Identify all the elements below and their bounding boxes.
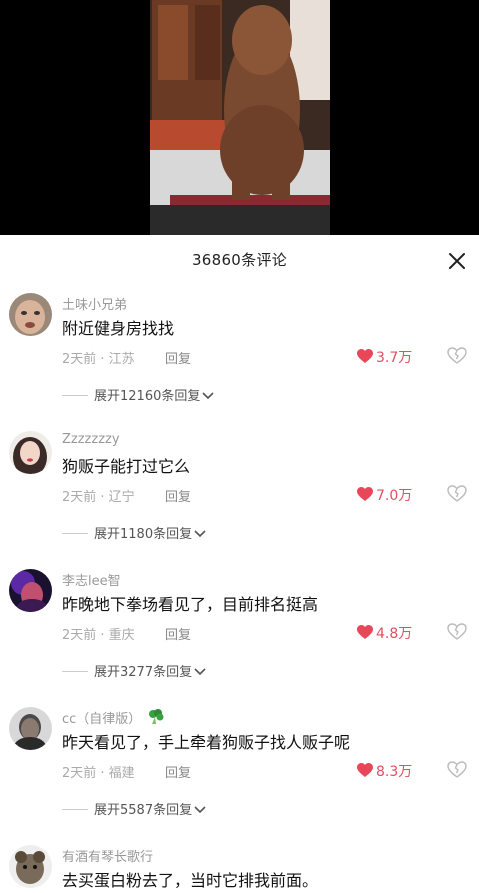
like-button[interactable]: 8.3万 xyxy=(357,761,412,781)
video-frame-image xyxy=(0,0,479,235)
avatar[interactable] xyxy=(9,431,52,474)
like-button[interactable]: 4.8万 xyxy=(357,623,412,643)
comment-text: 去买蛋白粉去了，当时它排我前面。 xyxy=(62,871,319,890)
comment-meta: 2天前 · 江苏 xyxy=(62,352,135,367)
reply-button[interactable]: 回复 xyxy=(165,762,191,781)
comment-text: 附近健身房找找 xyxy=(62,319,175,338)
comment-text: 昨晚地下拳场看见了，目前排名挺高 xyxy=(62,595,319,614)
comment-username[interactable]: 有酒有琴长歌行 xyxy=(62,846,153,865)
expand-replies-button[interactable]: 展开5587条回复 xyxy=(62,799,206,818)
comment-item: cc（自律版） 昨天看见了，手上牵着狗贩子找人贩子呢 2天前 · 福建 回复 8… xyxy=(0,707,479,845)
chevron-down-icon xyxy=(202,392,214,400)
reply-button[interactable]: 回复 xyxy=(165,624,191,643)
comment-item: 土味小兄弟 附近健身房找找 2天前 · 江苏 回复 3.7万 展开12160条回… xyxy=(0,293,479,431)
expand-replies-label: 展开3277条回复 xyxy=(94,665,193,680)
comment-username[interactable]: 李志lee智 xyxy=(62,570,121,589)
avatar[interactable] xyxy=(9,293,52,336)
close-icon[interactable] xyxy=(445,249,469,273)
broccoli-icon xyxy=(147,708,165,730)
like-button[interactable]: 3.7万 xyxy=(357,347,412,367)
comment-meta: 2天前 · 福建 xyxy=(62,766,135,781)
comment-item: 李志lee智 昨晚地下拳场看见了，目前排名挺高 2天前 · 重庆 回复 4.8万… xyxy=(0,569,479,707)
avatar[interactable] xyxy=(9,845,52,888)
dislike-button[interactable] xyxy=(447,485,467,505)
comment-text: 狗贩子能打过它么 xyxy=(62,457,191,476)
comments-count-title: 36860条评论 xyxy=(191,251,288,269)
expand-replies-button[interactable]: 展开12160条回复 xyxy=(62,385,214,404)
avatar[interactable] xyxy=(9,707,52,750)
like-button[interactable]: 7.0万 xyxy=(357,485,412,505)
comment-item: 有酒有琴长歌行 去买蛋白粉去了，当时它排我前面。 xyxy=(0,845,479,893)
like-count: 7.0万 xyxy=(376,488,413,504)
comment-username[interactable]: Zzzzzzzy xyxy=(62,432,120,447)
chevron-down-icon xyxy=(194,806,206,814)
expand-replies-button[interactable]: 展开3277条回复 xyxy=(62,661,206,680)
comment-meta: 2天前 · 辽宁 xyxy=(62,490,135,505)
comments-header: 36860条评论 xyxy=(0,235,479,285)
broken-heart-icon xyxy=(447,347,467,364)
comment-username[interactable]: 土味小兄弟 xyxy=(62,294,127,313)
video-player[interactable] xyxy=(0,0,479,235)
comment-text: 昨天看见了，手上牵着狗贩子找人贩子呢 xyxy=(62,733,351,752)
broken-heart-icon xyxy=(447,485,467,502)
expand-replies-button[interactable]: 展开1180条回复 xyxy=(62,523,206,542)
broken-heart-icon xyxy=(447,761,467,778)
like-count: 4.8万 xyxy=(376,626,413,642)
comment-item: Zzzzzzzy 狗贩子能打过它么 2天前 · 辽宁 回复 7.0万 展开118… xyxy=(0,431,479,569)
heart-icon xyxy=(357,625,373,639)
avatar[interactable] xyxy=(9,569,52,612)
heart-icon xyxy=(357,487,373,501)
heart-icon xyxy=(357,349,373,363)
comment-username[interactable]: cc（自律版） xyxy=(62,708,165,730)
heart-icon xyxy=(357,763,373,777)
chevron-down-icon xyxy=(194,530,206,538)
reply-button[interactable]: 回复 xyxy=(165,348,191,367)
reply-button[interactable]: 回复 xyxy=(165,486,191,505)
dislike-button[interactable] xyxy=(447,761,467,781)
like-count: 3.7万 xyxy=(376,350,413,366)
dislike-button[interactable] xyxy=(447,347,467,367)
chevron-down-icon xyxy=(194,668,206,676)
dislike-button[interactable] xyxy=(447,623,467,643)
like-count: 8.3万 xyxy=(376,764,413,780)
broken-heart-icon xyxy=(447,623,467,640)
expand-replies-label: 展开5587条回复 xyxy=(94,803,193,818)
expand-replies-label: 展开12160条回复 xyxy=(94,389,201,404)
expand-replies-label: 展开1180条回复 xyxy=(94,527,193,542)
comment-meta: 2天前 · 重庆 xyxy=(62,628,135,643)
